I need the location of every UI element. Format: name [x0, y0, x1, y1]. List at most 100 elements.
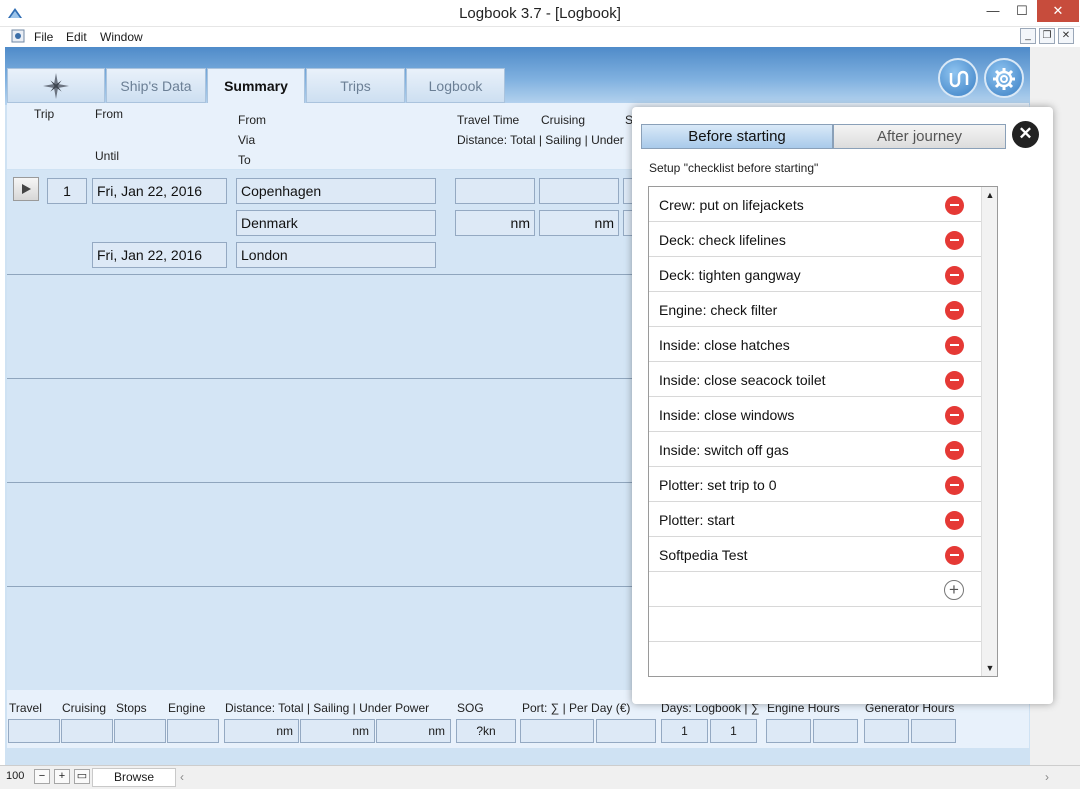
zoom-level[interactable]: 100 [6, 770, 24, 782]
distance-sailing-field[interactable]: nm [539, 210, 619, 236]
mode-indicator[interactable]: Browse [92, 768, 176, 787]
footer-engine-field[interactable] [167, 719, 219, 743]
checklist-scrollbar[interactable]: ▲ ▼ [981, 187, 997, 676]
layout-toggle-button[interactable]: ▭ [74, 769, 90, 784]
footer-days-total-field[interactable]: 1 [710, 719, 757, 743]
checklist-item-label: Deck: check lifelines [659, 232, 786, 248]
footer-distance-power-field[interactable]: nm [376, 719, 451, 743]
footer-port-total-field[interactable] [520, 719, 594, 743]
footer-engine-hours-field-1[interactable] [766, 719, 811, 743]
remove-icon[interactable] [945, 546, 964, 565]
checklist-item-label: Inside: close windows [659, 407, 795, 423]
header-travel-time: Travel Time [457, 113, 520, 127]
menu-bar: File Edit Window [0, 27, 1080, 47]
remove-icon[interactable] [945, 511, 964, 530]
play-icon [22, 184, 31, 194]
menu-edit[interactable]: Edit [66, 30, 87, 44]
maximize-button[interactable]: ☐ [1008, 0, 1036, 22]
title-bar: Logbook 3.7 - [Logbook] — ☐ ✕ [0, 0, 1080, 27]
checklist-item[interactable]: Inside: close windows [649, 397, 981, 432]
footer-distance-sailing-field[interactable]: nm [300, 719, 375, 743]
from-date-field[interactable]: Fri, Jan 22, 2016 [92, 178, 227, 204]
tab-home[interactable] [7, 68, 105, 103]
checklist-item-label: Crew: put on lifejackets [659, 197, 804, 213]
scroll-up-icon[interactable]: ▲ [982, 187, 998, 203]
remove-icon[interactable] [945, 371, 964, 390]
checklist-item[interactable]: Deck: check lifelines [649, 222, 981, 257]
to-place-field[interactable]: London [236, 242, 436, 268]
remove-icon[interactable] [945, 231, 964, 250]
footer-generator-hours-field-1[interactable] [864, 719, 909, 743]
remove-icon[interactable] [945, 301, 964, 320]
footer-cruising-label: Cruising [62, 701, 107, 715]
zoom-out-button[interactable]: − [34, 769, 50, 784]
footer-travel-field[interactable] [8, 719, 60, 743]
checklist-item[interactable]: Softpedia Test [649, 537, 981, 572]
scroll-right-icon[interactable]: › [1045, 770, 1049, 784]
checklist-item[interactable]: Inside: close seacock toilet [649, 362, 981, 397]
checklist-item[interactable]: Crew: put on lifejackets [649, 187, 981, 222]
via-place-field[interactable]: Denmark [236, 210, 436, 236]
footer-stops-field[interactable] [114, 719, 166, 743]
tab-trips[interactable]: Trips [306, 68, 405, 103]
footer-sog-field[interactable]: ?kn [456, 719, 516, 743]
header-distance: Distance: Total | Sailing | Under [457, 133, 624, 147]
footer-distance-total-field[interactable]: nm [224, 719, 299, 743]
minimize-button[interactable]: — [979, 0, 1007, 22]
zoom-in-button[interactable]: + [54, 769, 70, 784]
header-via: Via [238, 133, 256, 147]
trip-number-field[interactable]: 1 [47, 178, 87, 204]
menu-file[interactable]: File [34, 30, 53, 44]
close-popup-button[interactable]: ✕ [1012, 121, 1039, 148]
remove-icon[interactable] [945, 406, 964, 425]
checklist-item[interactable]: Engine: check filter [649, 292, 981, 327]
footer-days-logbook-field[interactable]: 1 [661, 719, 708, 743]
compass-rose-icon [43, 73, 69, 99]
menu-window[interactable]: Window [100, 30, 143, 44]
add-item-button[interactable]: + [944, 580, 964, 600]
mdi-minimize-button[interactable]: _ [1020, 28, 1036, 44]
open-trip-button[interactable] [13, 177, 39, 201]
footer-generator-hours-field-2[interactable] [911, 719, 956, 743]
remove-icon[interactable] [945, 476, 964, 495]
tab-ships-data[interactable]: Ship's Data [106, 68, 206, 103]
tab-summary[interactable]: Summary [207, 68, 305, 104]
list-item-empty [649, 607, 981, 642]
checklist-item-label: Softpedia Test [659, 547, 748, 563]
after-journey-segment[interactable]: After journey [833, 124, 1006, 149]
mdi-restore-button[interactable]: ❐ [1039, 28, 1055, 44]
travel-time-field[interactable] [455, 178, 535, 204]
from-place-field[interactable]: Copenhagen [236, 178, 436, 204]
remove-icon[interactable] [945, 336, 964, 355]
checklist-item[interactable]: Plotter: start [649, 502, 981, 537]
footer-cruising-field[interactable] [61, 719, 113, 743]
checklist-item-label: Inside: close seacock toilet [659, 372, 826, 388]
checklist-item[interactable]: Plotter: set trip to 0 [649, 467, 981, 502]
mdi-close-button[interactable]: ✕ [1058, 28, 1074, 44]
remove-icon[interactable] [945, 196, 964, 215]
checklist-item[interactable]: Deck: tighten gangway [649, 257, 981, 292]
scroll-left-icon[interactable]: ‹ [180, 770, 184, 784]
remove-icon[interactable] [945, 441, 964, 460]
row-divider [7, 586, 632, 587]
checklist-item-label: Engine: check filter [659, 302, 778, 318]
settings-button[interactable] [984, 58, 1024, 98]
cruising-field[interactable] [539, 178, 619, 204]
until-date-field[interactable]: Fri, Jan 22, 2016 [92, 242, 227, 268]
gear-icon [993, 68, 1015, 90]
header-until: Until [95, 149, 120, 163]
distance-total-field[interactable]: nm [455, 210, 535, 236]
row-divider [7, 378, 632, 379]
document-icon [11, 29, 25, 43]
sync-button[interactable] [938, 58, 978, 98]
checklist-item[interactable]: Inside: switch off gas [649, 432, 981, 467]
tab-logbook[interactable]: Logbook [406, 68, 505, 103]
close-window-button[interactable]: ✕ [1037, 0, 1079, 22]
footer-engine-hours-field-2[interactable] [813, 719, 858, 743]
footer-port-per-day-field[interactable] [596, 719, 656, 743]
scroll-down-icon[interactable]: ▼ [982, 660, 998, 676]
remove-icon[interactable] [945, 266, 964, 285]
before-starting-segment[interactable]: Before starting [641, 124, 833, 149]
checklist-item[interactable]: Inside: close hatches [649, 327, 981, 362]
list-item-empty [649, 572, 981, 607]
